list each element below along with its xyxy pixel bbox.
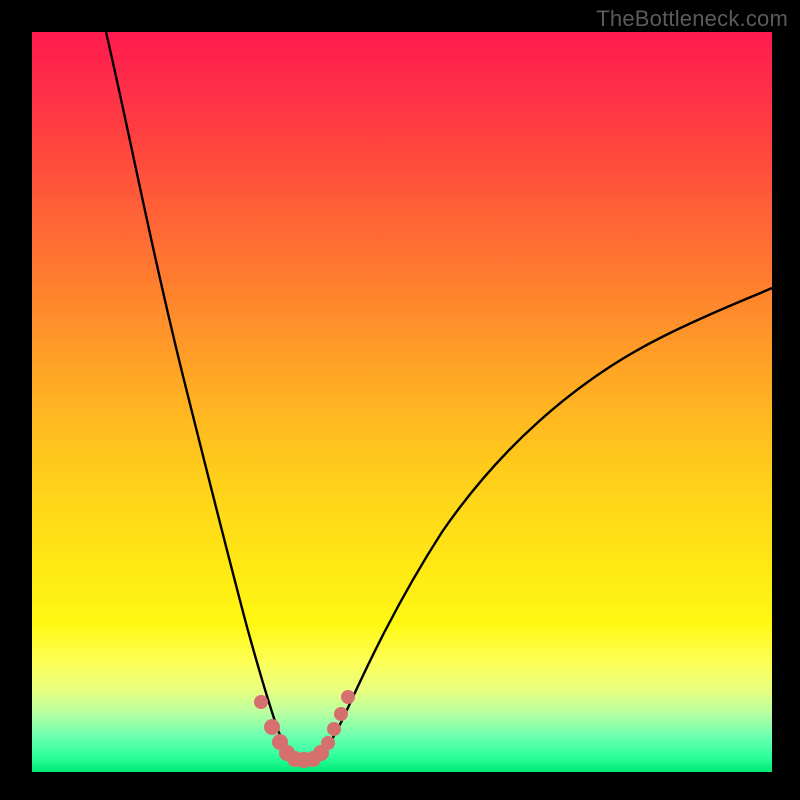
chart-svg bbox=[32, 32, 772, 772]
marker-dot bbox=[327, 722, 341, 736]
curve-right-branch bbox=[314, 288, 772, 763]
outer-frame: TheBottleneck.com bbox=[0, 0, 800, 800]
marker-dot bbox=[254, 695, 268, 709]
watermark-text: TheBottleneck.com bbox=[596, 6, 788, 32]
marker-dot bbox=[321, 736, 335, 750]
curve-left-branch bbox=[106, 32, 297, 763]
marker-dot bbox=[264, 719, 280, 735]
marker-dot bbox=[334, 707, 348, 721]
marker-dot bbox=[341, 690, 355, 704]
